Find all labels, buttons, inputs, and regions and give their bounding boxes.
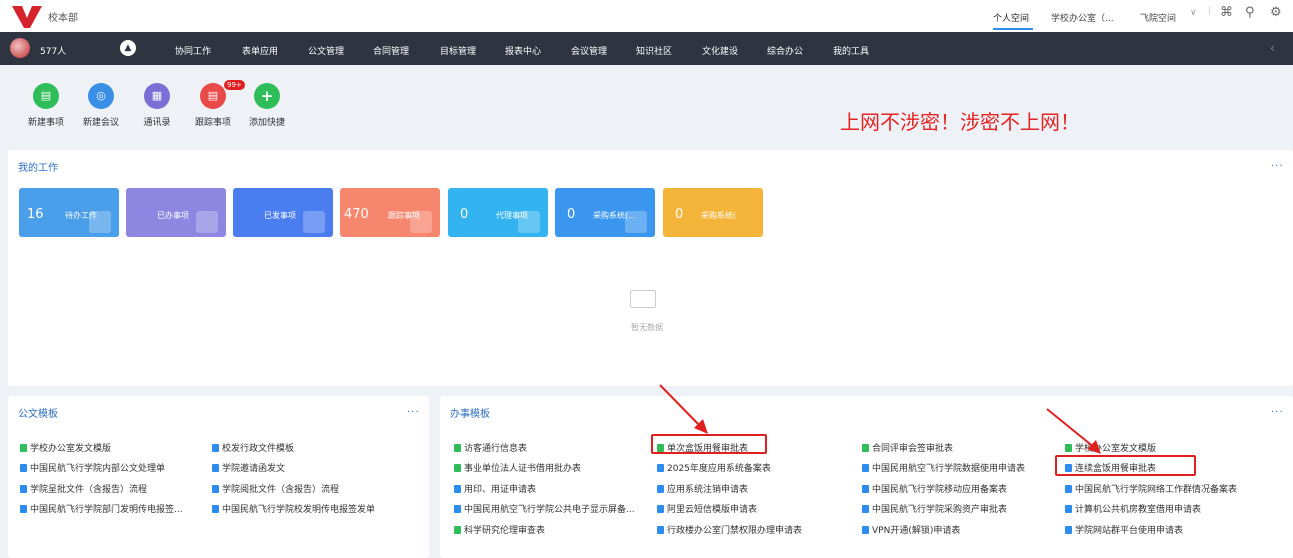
arrow-line	[1046, 408, 1096, 449]
annotation-arrows	[659, 384, 1101, 454]
arrow-line	[659, 384, 703, 429]
